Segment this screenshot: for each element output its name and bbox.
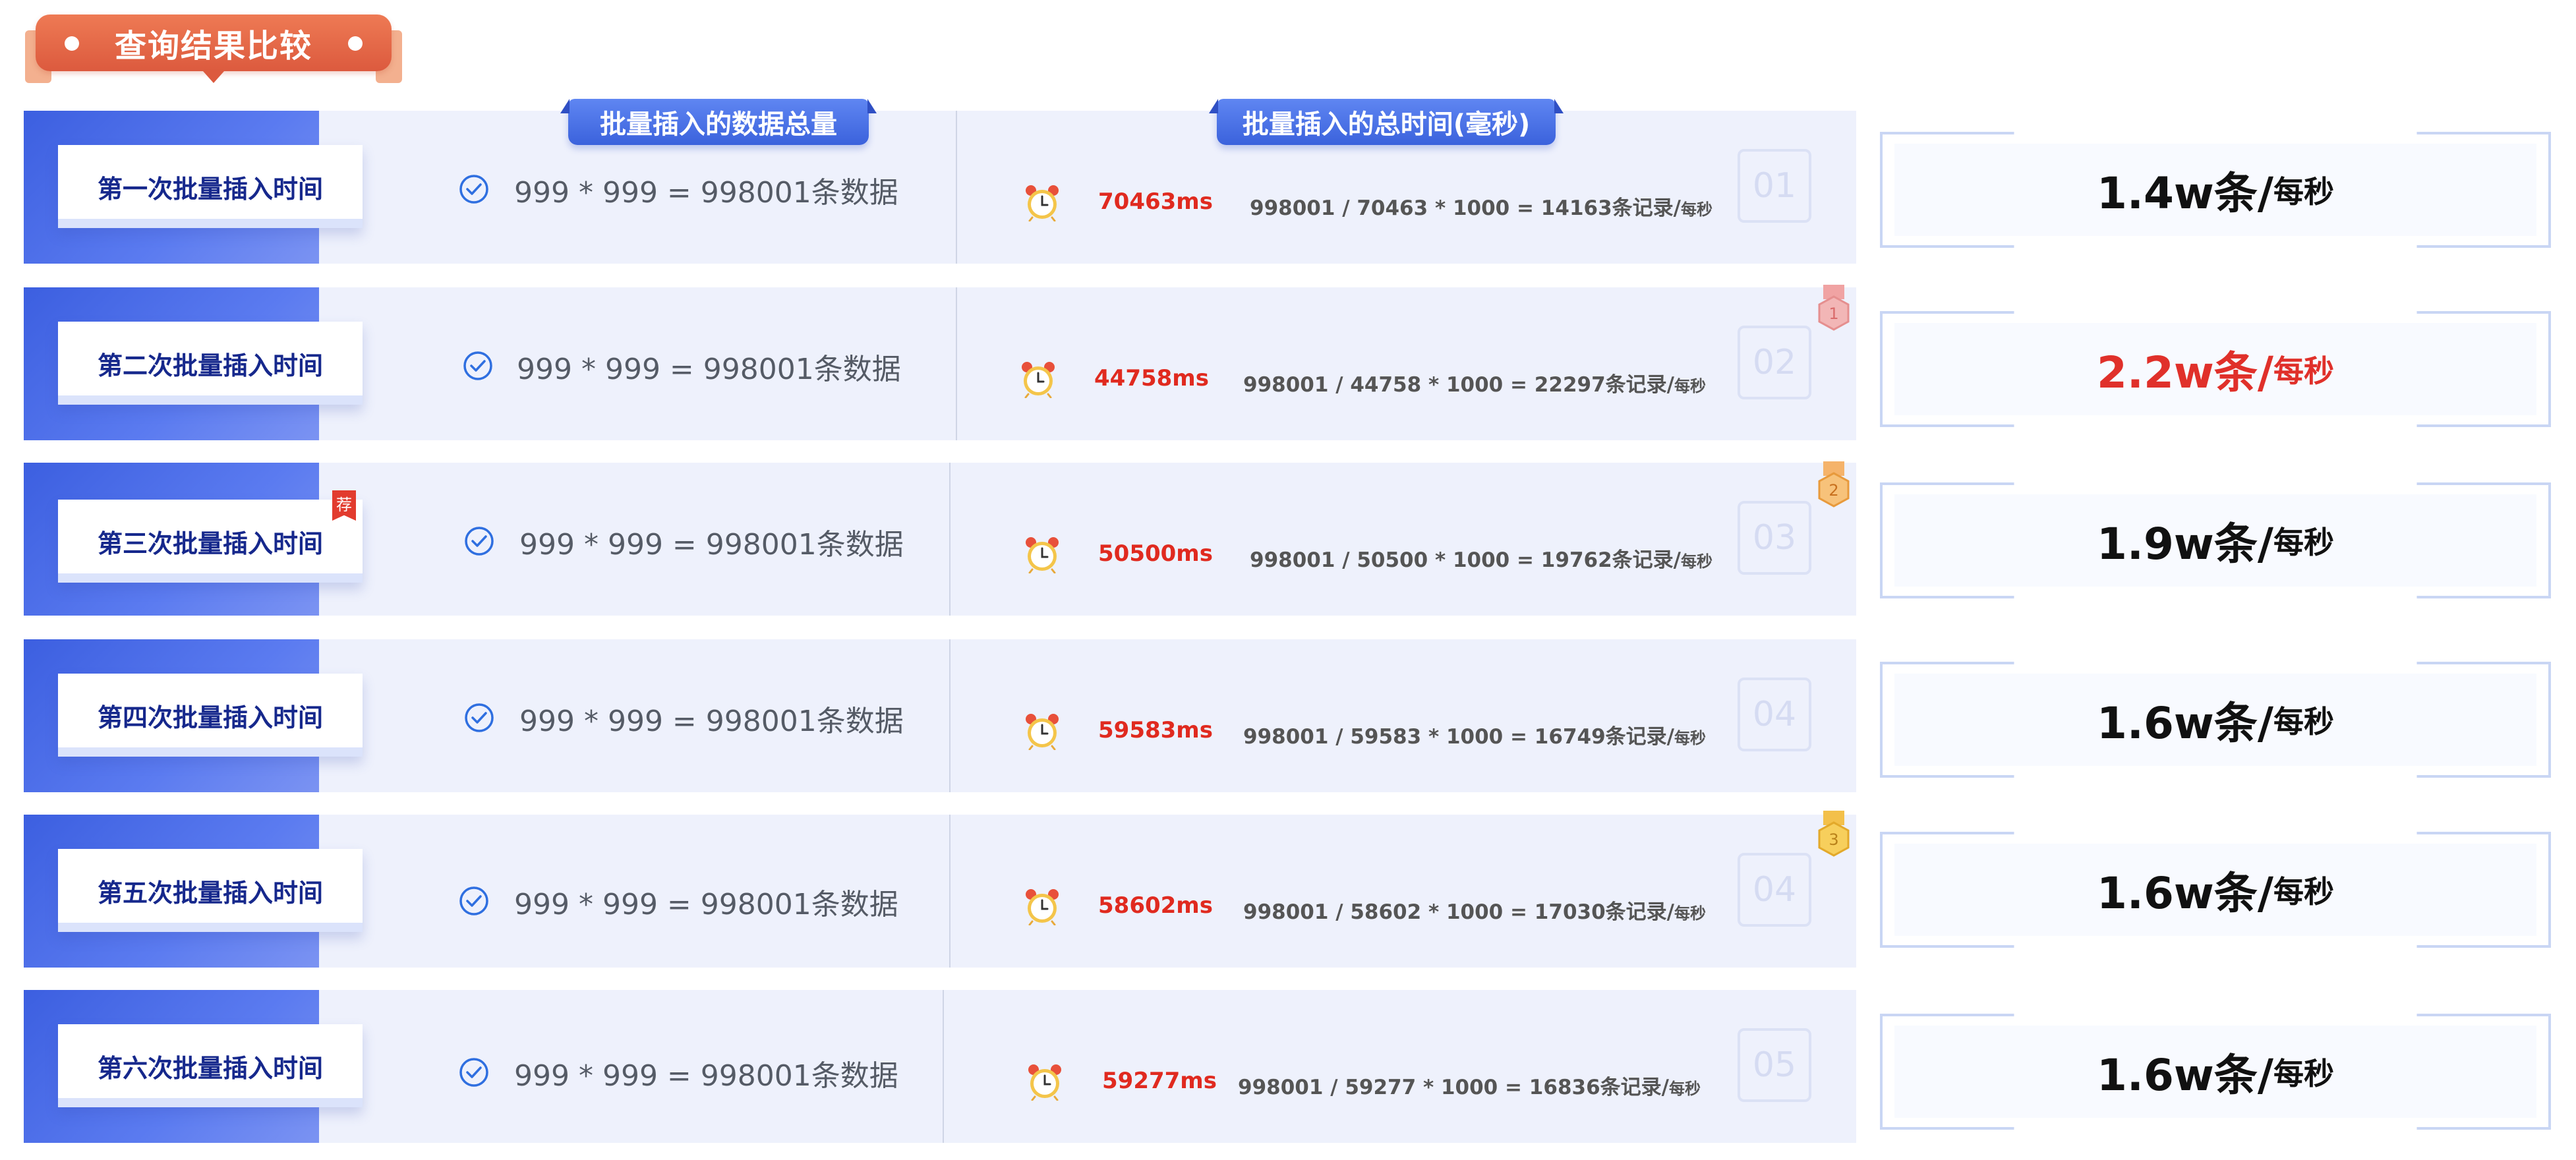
alarm-clock-icon (1026, 185, 1059, 221)
comparison-row: 第五次批量插入时间 999 * 999 = 998001条数据 58602ms … (24, 811, 1856, 968)
rate-formula: 998001 / 50500 * 1000 = 19762条记录/每秒 (1250, 548, 1712, 572)
result-value: 1.6w条/ (2097, 698, 2273, 749)
dot-icon (348, 36, 363, 51)
check-circle-icon (465, 527, 494, 556)
check-circle-icon (459, 1058, 488, 1087)
check-circle-icon (463, 351, 492, 380)
elapsed-ms: 59583ms (1098, 717, 1213, 743)
alarm-clock-icon (1026, 889, 1059, 925)
comparison-row: 第二次批量插入时间 999 * 999 = 998001条数据 44758ms … (24, 285, 1856, 440)
result-per: 每秒 (2273, 525, 2334, 560)
elapsed-ms: 44758ms (1094, 365, 1209, 392)
header-total-time: 批量插入的总时间(毫秒) (1217, 99, 1556, 145)
row-number: 05 (1738, 1028, 1811, 1102)
row-label: 第三次批量插入时间 (97, 529, 323, 558)
rate-formula: 998001 / 58602 * 1000 = 17030条记录/每秒 (1243, 900, 1706, 924)
svg-text:1: 1 (1829, 304, 1838, 323)
result-card: 1.6w条/每秒 (1880, 832, 2551, 948)
elapsed-ms: 58602ms (1098, 892, 1213, 919)
data-total-formula: 999 * 999 = 998001条数据 (517, 353, 901, 386)
result-per: 每秒 (2273, 174, 2334, 210)
row-number: 03 (1738, 501, 1811, 575)
page-title: 查询结果比较 (114, 28, 312, 65)
rate-formula: 998001 / 59583 * 1000 = 16749条记录/每秒 (1243, 725, 1706, 749)
comparison-row: 第三次批量插入时间 荐 999 * 999 = 998001条数据 50500m… (24, 461, 1856, 616)
alarm-clock-icon (1022, 362, 1055, 398)
result-per: 每秒 (2273, 353, 2334, 389)
result-value: 1.9w条/ (2097, 519, 2273, 569)
result-value: 1.4w条/ (2097, 168, 2273, 219)
rate-formula: 998001 / 70463 * 1000 = 14163条记录/每秒 (1250, 196, 1712, 220)
title-badge: 查询结果比较 (25, 14, 402, 83)
result-value: 1.6w条/ (2097, 1050, 2273, 1101)
row-label-card: 第四次批量插入时间 (58, 674, 363, 757)
alarm-clock-icon (1026, 714, 1059, 750)
row-number: 04 (1738, 853, 1811, 927)
row-label: 第四次批量插入时间 (97, 703, 323, 732)
data-total-formula: 999 * 999 = 998001条数据 (519, 528, 904, 562)
result-value: 2.2w条/ (2097, 347, 2273, 398)
elapsed-ms: 70463ms (1098, 188, 1213, 215)
row-number: 01 (1738, 149, 1811, 223)
alarm-clock-icon (1028, 1064, 1061, 1101)
check-circle-icon (459, 175, 488, 204)
comparison-row: 第六次批量插入时间 999 * 999 = 998001条数据 59277ms … (24, 990, 1856, 1143)
comparison-row: 第一次批量插入时间 999 * 999 = 998001条数据 70463ms … (24, 111, 1856, 264)
dot-icon (65, 36, 79, 51)
pointer-icon (203, 71, 224, 83)
rate-formula: 998001 / 59277 * 1000 = 16836条记录/每秒 (1238, 1076, 1701, 1099)
svg-text:3: 3 (1829, 830, 1838, 849)
data-total-formula: 999 * 999 = 998001条数据 (514, 888, 898, 921)
elapsed-ms: 50500ms (1098, 540, 1213, 567)
result-card: 1.6w条/每秒 (1880, 662, 2551, 778)
result-per: 每秒 (2273, 1056, 2334, 1091)
rate-formula: 998001 / 44758 * 1000 = 22297条记录/每秒 (1243, 373, 1706, 397)
data-total-formula: 999 * 999 = 998001条数据 (514, 176, 898, 210)
row-label: 第二次批量插入时间 (97, 351, 323, 380)
row-label: 第一次批量插入时间 (97, 174, 323, 204)
medal-second-icon: 2 (1818, 461, 1850, 508)
header-total-data: 批量插入的数据总量 (568, 99, 869, 145)
check-circle-icon (465, 703, 494, 732)
result-per: 每秒 (2273, 874, 2334, 910)
row-label: 第五次批量插入时间 (97, 878, 323, 908)
comparison-row: 第四次批量插入时间 999 * 999 = 998001条数据 59583ms … (24, 639, 1856, 792)
result-value: 1.6w条/ (2097, 868, 2273, 919)
data-total-formula: 999 * 999 = 998001条数据 (519, 705, 904, 738)
svg-text:2: 2 (1829, 481, 1838, 500)
row-label-card: 第三次批量插入时间 (58, 500, 363, 583)
row-label-card: 第五次批量插入时间 (58, 849, 363, 932)
result-card: 1.4w条/每秒 (1880, 132, 2551, 248)
row-label-card: 第六次批量插入时间 (58, 1024, 363, 1107)
result-card: 1.6w条/每秒 (1880, 1014, 2551, 1130)
row-label: 第六次批量插入时间 (97, 1053, 323, 1083)
row-label-card: 第二次批量插入时间 (58, 322, 363, 405)
result-per: 每秒 (2273, 704, 2334, 740)
data-total-formula: 999 * 999 = 998001条数据 (514, 1059, 898, 1093)
row-number: 02 (1738, 326, 1811, 399)
check-circle-icon (459, 886, 488, 915)
row-label-card: 第一次批量插入时间 (58, 145, 363, 228)
medal-third-icon: 3 (1818, 811, 1850, 857)
elapsed-ms: 59277ms (1102, 1068, 1217, 1094)
result-card-best: 2.2w条/每秒 (1880, 311, 2551, 427)
result-card: 1.9w条/每秒 (1880, 482, 2551, 598)
results-comparison-page: 查询结果比较 第一次批量插入时间 999 * 999 = 998001条数据 7… (0, 0, 2576, 1160)
row-number: 04 (1738, 678, 1811, 751)
medal-first-icon: 1 (1818, 285, 1850, 331)
alarm-clock-icon (1026, 537, 1059, 573)
